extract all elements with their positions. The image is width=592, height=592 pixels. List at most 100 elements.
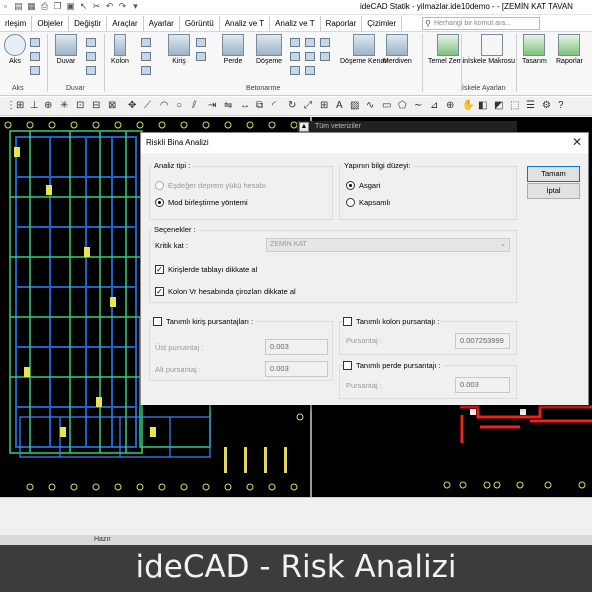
- raporlar-button[interactable]: Raporlar: [556, 34, 583, 65]
- axis-rotate-icon[interactable]: [30, 52, 40, 61]
- render-icon[interactable]: ◩: [494, 100, 503, 111]
- hatch-icon[interactable]: ▨: [350, 100, 359, 111]
- column-allowance-input[interactable]: 0.007253999: [455, 333, 510, 349]
- merdiven-button[interactable]: Merdiven: [383, 34, 412, 65]
- new-icon[interactable]: ▫: [0, 1, 11, 12]
- block-icon[interactable]: ⊠: [108, 100, 116, 111]
- snap-icon[interactable]: ⋮: [6, 100, 16, 111]
- ok-button[interactable]: Tamam: [527, 166, 580, 182]
- polyline-icon[interactable]: ∿: [366, 100, 374, 111]
- track-icon[interactable]: ⊡: [76, 100, 84, 111]
- rectangle-icon[interactable]: ▭: [382, 100, 391, 111]
- slab-area-icon[interactable]: [320, 52, 330, 61]
- doseme-kenari-button[interactable]: Döşeme Kenarı: [340, 34, 389, 65]
- close-icon[interactable]: ✕: [572, 135, 582, 149]
- line-icon[interactable]: ⟋: [144, 100, 151, 111]
- radio-kapsamli[interactable]: Kapsamlı: [346, 198, 390, 207]
- tab-objeler[interactable]: Objeler: [32, 16, 70, 31]
- dimension-icon[interactable]: ↔: [240, 100, 250, 111]
- wall-allowance-input[interactable]: 0.003: [455, 377, 510, 393]
- top-allowance-input[interactable]: 0.003: [265, 339, 328, 355]
- slab-coloured-icon[interactable]: [305, 66, 315, 75]
- copy-icon[interactable]: ❐: [52, 1, 63, 12]
- slab-joist-icon[interactable]: [305, 52, 315, 61]
- mirror-icon[interactable]: ⇋: [224, 100, 232, 111]
- radio-mode-combination[interactable]: Mod birleştirme yöntemi: [155, 198, 248, 207]
- temel-zemin-button[interactable]: Temel Zemin: [428, 34, 468, 65]
- undo-icon[interactable]: ↶: [104, 1, 115, 12]
- help-icon[interactable]: ?: [558, 100, 564, 111]
- pointer-icon[interactable]: ↖: [78, 1, 89, 12]
- layer-icon[interactable]: ⊟: [92, 100, 100, 111]
- paste-icon[interactable]: ▣: [65, 1, 76, 12]
- cancel-button[interactable]: İptal: [527, 183, 580, 199]
- column-tie-checkbox[interactable]: ✓ Kolon Vr hesabında çirozları dikkate a…: [155, 287, 296, 296]
- measure-icon[interactable]: ⊿: [430, 100, 438, 111]
- osnap-icon[interactable]: ⊕: [44, 100, 52, 111]
- offset-icon[interactable]: ⧉: [256, 100, 263, 111]
- zoom-icon[interactable]: ⊕: [446, 100, 454, 111]
- wall-allowance-checkbox[interactable]: Tanımlı perde pursantajı :: [343, 361, 443, 370]
- wall-curve-icon[interactable]: [86, 66, 96, 75]
- settings-icon[interactable]: ⚙: [542, 100, 551, 111]
- trim-icon[interactable]: ⫽: [192, 100, 196, 111]
- array-icon[interactable]: ⊞: [320, 100, 328, 111]
- tab-analiz-2[interactable]: Analiz ve T: [270, 16, 321, 31]
- quick-access-menu-icon[interactable]: ▾: [130, 1, 141, 12]
- slab-rib-icon[interactable]: [305, 38, 315, 47]
- slab-hole-icon[interactable]: [290, 52, 300, 61]
- rotate-icon[interactable]: ↻: [288, 100, 296, 111]
- command-search-input[interactable]: ⚲ Herhangi bir komut ara...: [422, 17, 540, 30]
- column-shape-icon[interactable]: [141, 52, 151, 61]
- wall-tool-icon[interactable]: [86, 38, 96, 47]
- iskele-makrosu-button[interactable]: İskele Makrosu: [468, 34, 515, 65]
- polar-icon[interactable]: ✳: [60, 100, 68, 111]
- 3d-icon[interactable]: ⬚: [510, 100, 519, 111]
- beam-allowance-checkbox[interactable]: Tanımlı kiriş pursantajları :: [153, 317, 256, 326]
- beam-slab-checkbox[interactable]: ✓ Kirişlerde tablayı dikkate al: [155, 265, 257, 274]
- ortho-icon[interactable]: ⊥: [30, 100, 39, 111]
- kolon-button[interactable]: Kolon: [111, 34, 129, 65]
- axis-tool-icon[interactable]: [30, 38, 40, 47]
- arrow-up-icon[interactable]: ▲: [299, 122, 309, 132]
- print-icon[interactable]: ⎙: [39, 1, 50, 12]
- tab-goruntu[interactable]: Görüntü: [180, 16, 220, 31]
- radio-asgari[interactable]: Asgari: [346, 181, 380, 190]
- tab-degistir[interactable]: Değiştir: [69, 16, 108, 31]
- beam-link-icon[interactable]: [196, 52, 206, 61]
- view-icon[interactable]: ◧: [478, 100, 487, 111]
- tab-yerlesim[interactable]: rleşim: [0, 16, 33, 31]
- beam-tool-icon[interactable]: [196, 38, 206, 47]
- fillet-icon[interactable]: ◜: [272, 100, 276, 111]
- extend-icon[interactable]: ⇥: [208, 100, 216, 111]
- open-icon[interactable]: ▤: [13, 1, 24, 12]
- column-allowance-checkbox[interactable]: Tanımlı kolon pursantajı :: [343, 317, 442, 326]
- properties-icon[interactable]: ☰: [526, 100, 535, 111]
- command-line-area[interactable]: [0, 497, 592, 535]
- perde-button[interactable]: Perde: [222, 34, 244, 65]
- scale-icon[interactable]: ⤢: [304, 100, 312, 111]
- tab-analiz-1[interactable]: Analiz ve T: [220, 16, 271, 31]
- redo-icon[interactable]: ↷: [117, 1, 128, 12]
- tab-ayarlar[interactable]: Ayarlar: [144, 16, 180, 31]
- axis-line-icon[interactable]: [30, 66, 40, 75]
- circle-icon[interactable]: ○: [176, 100, 182, 111]
- column-tool-icon[interactable]: [141, 38, 151, 47]
- arc-icon[interactable]: ◠: [160, 100, 169, 111]
- bottom-allowance-input[interactable]: 0.003: [265, 361, 328, 377]
- save-icon[interactable]: ▦: [26, 1, 37, 12]
- spline-icon[interactable]: ∼: [414, 100, 422, 111]
- slab-dir-icon[interactable]: [320, 38, 330, 47]
- tab-araclar[interactable]: Araçlar: [107, 16, 144, 31]
- grid-icon[interactable]: ⊞: [16, 100, 24, 111]
- wall-opening-icon[interactable]: [86, 52, 96, 61]
- doseme-button[interactable]: Döşeme: [256, 34, 282, 65]
- column-base-icon[interactable]: [141, 66, 151, 75]
- tasarim-button[interactable]: Tasarım: [522, 34, 547, 65]
- cut-icon[interactable]: ✂: [91, 1, 102, 12]
- pan-icon[interactable]: ✋: [462, 100, 474, 111]
- tab-raporlar[interactable]: Raporlar: [321, 16, 363, 31]
- slab-edit-icon[interactable]: [290, 66, 300, 75]
- text-icon[interactable]: A: [336, 100, 343, 111]
- kiris-button[interactable]: Kiriş: [168, 34, 190, 65]
